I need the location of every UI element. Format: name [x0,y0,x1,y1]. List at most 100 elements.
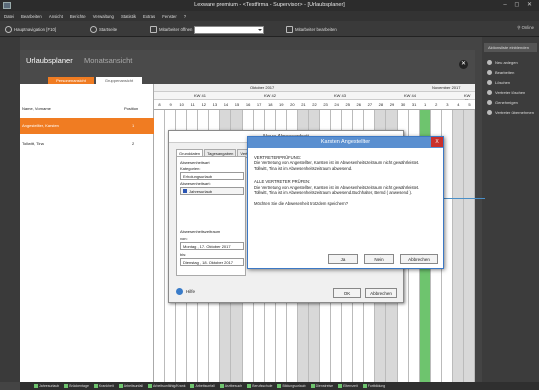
menu-verwaltung[interactable]: Verwaltung [93,14,114,19]
menu-berichte[interactable]: Berichte [70,14,86,19]
employee-name: Angestellter, Karsten [22,123,59,128]
action-panel-header[interactable]: Aktionsliste einblenden [484,43,537,52]
tab-group-view[interactable]: Gruppenansicht [96,77,142,84]
day-label: 2 [435,102,438,107]
action-delete-deputy[interactable]: Vertreter löschen [482,88,539,97]
day-column[interactable] [154,110,166,382]
employee-name: Tollwitt, Tina [22,141,44,146]
menu-bearbeiten[interactable]: Bearbeiten [21,14,42,19]
category-select[interactable]: Erholungsurlaub [180,172,244,180]
menu-extras[interactable]: Extras [143,14,155,19]
day-label: 26 [356,102,361,107]
legend-label: Dienstreise [315,384,334,388]
employee-pos: 2 [132,141,135,146]
legend-item: Arbeitsunfall [190,384,215,388]
yes-button[interactable]: Ja [328,254,358,264]
employee-combo[interactable] [194,25,265,34]
action-label: Löschen [495,80,511,85]
cancel-button[interactable]: Abbrechen [400,254,438,264]
legend-label: Brückentage [69,384,89,388]
user-icon [487,110,492,115]
month-label: November 2017 [432,85,461,90]
online-status[interactable]: ⚲ Online [517,25,534,31]
navigation-icon [5,26,12,33]
menu-datei[interactable]: Datei [4,14,14,19]
menu-bar: Datei Bearbeiten Ansicht Berichte Verwal… [0,11,539,21]
action-approve[interactable]: Genehmigen [482,98,539,107]
action-label: Vertreter löschen [495,90,526,95]
day-label: 20 [290,102,295,107]
menu-fenster[interactable]: Fenster [162,14,177,19]
color-swatch [183,189,187,193]
day-label: 13 [212,102,218,107]
day-label: 16 [245,102,251,107]
message-title-bar: Karsten Angestellter X [248,137,443,148]
message-title: Karsten Angestellter [320,139,371,145]
employee-row[interactable]: Angestellter, Karsten 1 [20,118,154,134]
legend-swatch [118,384,123,388]
edit-icon [286,26,293,33]
legend-bar: Jahresurlaub Brückentage Krankheit Arbeitsu… [20,382,539,390]
legend-swatch [190,384,195,388]
col-header-name[interactable]: Name, Vorname [22,106,51,111]
action-new[interactable]: Neu anlegen [482,58,539,67]
day-header: 8 9 10 11 12 13 14 15 16 17 18 19 20 21 22 23 24 25 26 27 28… [154,100,475,110]
col-header-position[interactable]: Position [124,106,138,111]
day-column[interactable] [463,110,475,382]
edit-employee-button[interactable]: Mitarbeiter bearbeiten [286,25,337,34]
cancel-button[interactable]: Abbrechen [365,288,397,298]
legend-item: Arbeitsunfähig/Krank [147,384,185,388]
day-label: 17 [256,102,262,107]
date-from-field[interactable]: Montag , 17. Oktober 2017 [180,242,244,250]
nav-button[interactable]: Hauptnavigation [F10] [5,25,56,34]
week-label: KW 41 [194,93,207,98]
legend-swatch [338,384,343,388]
legend-item: Brückentage [64,384,89,388]
label-absence-type: Abwesenheitsart: [180,181,211,186]
day-label: 10 [179,102,184,107]
question-text: Möchten Sie die Abwesenheit trotzdem spe… [254,201,349,207]
action-take-deputy[interactable]: Vertreter übernehmen [482,108,539,117]
month-header: Oktober 2017 November 2017 [154,84,475,92]
no-button[interactable]: Nein [364,254,394,264]
day-column[interactable] [452,110,464,382]
day-label: 11 [190,102,195,107]
day-label: 22 [312,102,317,107]
menu-ansicht[interactable]: Ansicht [49,14,63,19]
absence-type-select[interactable]: Jahresurlaub [180,187,244,195]
help-button[interactable]: Hilfe [176,288,195,295]
label-from: von: [180,236,188,241]
ok-button[interactable]: OK [333,288,361,298]
action-delete[interactable]: Löschen [482,78,539,87]
legend-item: Jahresurlaub [34,384,59,388]
check-heading: VERTRETERPRÜFUNG: [254,155,302,160]
menu-statistik[interactable]: Statistik [121,14,136,19]
action-edit[interactable]: Bearbeiten [482,68,539,77]
day-label: 14 [223,102,229,107]
check-icon [487,100,492,105]
open-employee[interactable]: Mitarbeiter öffnen [150,25,265,34]
date-to-field[interactable]: Dienstag , 18. Oktober 2017 [180,258,244,266]
group-absence-type: Abwesenheitsart [180,160,210,165]
legend-item: Berufsschule [247,384,272,388]
title-bar: Lexware premium - <Testfirma - Superviso… [0,0,539,11]
start-button[interactable]: Startseite [90,25,117,34]
day-label: 1 [424,102,427,107]
plus-icon [487,60,492,65]
window-controls[interactable]: – ◻ ✕ [503,1,535,8]
window-title: Lexware premium - <Testfirma - Superviso… [194,2,345,8]
online-label: Online [521,25,534,30]
close-icon[interactable]: X [431,137,443,147]
day-label: 18 [267,102,273,107]
absence-type-value: Jahresurlaub [189,189,213,194]
day-label: 15 [234,102,240,107]
close-icon[interactable]: ✕ [459,60,468,69]
menu-help[interactable]: ? [184,14,186,19]
action-label: Bearbeiten [495,70,515,75]
tab-person-view[interactable]: Personenansicht [48,77,94,84]
page-title: Urlaubsplaner [26,56,73,65]
employee-row[interactable]: Tollwitt, Tina 2 [20,136,154,152]
help-label: Hilfe [186,289,196,294]
day-label: 3 [446,102,449,107]
label-to: bis: [180,252,187,257]
